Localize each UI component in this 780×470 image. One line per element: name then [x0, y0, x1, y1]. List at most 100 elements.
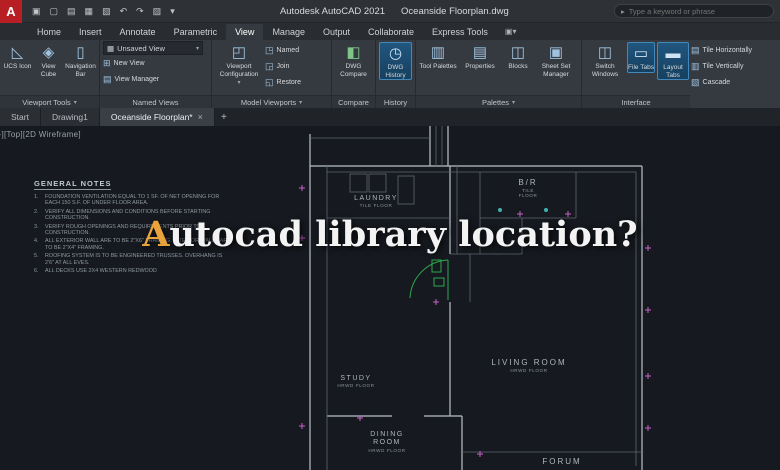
- new-view-button[interactable]: ⊞ New View: [103, 56, 208, 71]
- dwg-compare-icon: ◧: [346, 44, 360, 61]
- sheet-set-manager-button[interactable]: ▣ Sheet Set Manager: [535, 42, 577, 78]
- join-viewports-button[interactable]: ◲ Join: [265, 59, 301, 74]
- tab-output[interactable]: Output: [314, 24, 359, 40]
- tool-palettes-label: Tool Palettes: [419, 63, 456, 71]
- layout-tabs-icon: ▬: [666, 45, 681, 62]
- view-manager-button[interactable]: ▤ View Manager: [103, 72, 208, 87]
- sheet-set-manager-label: Sheet Set Manager: [535, 63, 577, 78]
- panel-label: Named Views: [132, 98, 178, 107]
- panel-footer-model-viewports[interactable]: Model Viewports ▾: [212, 95, 331, 108]
- room-name: FORUM: [530, 457, 594, 466]
- room-label-study: STUDY HRWD FLOOR: [330, 375, 382, 388]
- room-name: STUDY: [330, 375, 382, 382]
- search-box[interactable]: ▸: [614, 4, 774, 18]
- file-tab-strip: Start Drawing1 Oceanside Floorplan* × +: [0, 108, 780, 126]
- blocks-icon: ◫: [511, 44, 525, 61]
- tile-horizontally-label: Tile Horizontally: [703, 47, 753, 54]
- tab-view[interactable]: View: [226, 24, 263, 40]
- viewport-configuration-icon: ◰: [232, 44, 246, 61]
- file-tab-oceanside-floorplan[interactable]: Oceanside Floorplan* ×: [100, 108, 215, 126]
- close-icon[interactable]: ×: [198, 112, 203, 122]
- panel-model-viewports: ◰ Viewport Configuration ▾ ◳ Named ◲ Joi…: [212, 40, 332, 108]
- note-number: 1.: [34, 194, 45, 207]
- plot-icon[interactable]: ▨: [153, 6, 162, 17]
- room-label-br: B/R TILE FLOOR: [506, 178, 550, 198]
- tab-annotate[interactable]: Annotate: [111, 24, 165, 40]
- panel-label: History: [384, 98, 407, 107]
- tab-insert[interactable]: Insert: [70, 24, 111, 40]
- room-name: B/R: [506, 178, 550, 187]
- ribbon-options-icon[interactable]: ▣▾: [505, 24, 517, 40]
- new-tab-button[interactable]: +: [215, 108, 233, 126]
- drawing-canvas[interactable]: [-][Top][2D Wireframe] GENERAL NOTES 1. F…: [0, 126, 780, 470]
- panel-caret-icon: ▾: [299, 99, 302, 106]
- tab-home[interactable]: Home: [28, 24, 70, 40]
- autocad-logo[interactable]: A: [0, 0, 22, 23]
- general-notes-title: GENERAL NOTES: [34, 179, 111, 190]
- layout-tabs-button[interactable]: ▬ Layout Tabs: [657, 42, 689, 80]
- view-list-dropdown[interactable]: ▦ Unsaved View ▾: [103, 41, 203, 55]
- open-file-icon[interactable]: ▤: [67, 6, 76, 17]
- file-tab-start[interactable]: Start: [0, 108, 41, 126]
- dwg-history-button[interactable]: ◷ DWG History: [379, 42, 412, 80]
- note-number: 5.: [34, 253, 45, 266]
- viewport-configuration-label: Viewport Configuration: [215, 63, 263, 78]
- cascade-button[interactable]: ▧ Cascade: [691, 75, 752, 90]
- panel-interface: ◫ Switch Windows ▭ File Tabs ▬ Layout Ta…: [582, 40, 780, 108]
- app-menu-icon[interactable]: ▣: [32, 6, 41, 17]
- file-tabs-button[interactable]: ▭ File Tabs: [627, 42, 655, 73]
- panel-label: Viewport Tools: [22, 98, 71, 107]
- navigation-bar-label: Navigation Bar: [65, 63, 96, 78]
- ribbon: ◺ UCS Icon ◈ View Cube ▯ Navigation Bar …: [0, 40, 780, 108]
- sheet-set-manager-icon: ▣: [549, 44, 563, 61]
- panel-footer-history[interactable]: History: [376, 95, 415, 108]
- note-item: 6.ALL DECKS USE 2X4 WESTERN REDWOOD: [34, 268, 232, 274]
- tab-manage[interactable]: Manage: [263, 24, 314, 40]
- tab-collaborate[interactable]: Collaborate: [359, 24, 423, 40]
- undo-icon[interactable]: ↶: [120, 6, 128, 17]
- layout-tabs-label: Layout Tabs: [658, 64, 688, 79]
- file-tabs-label: File Tabs: [628, 64, 654, 72]
- panel-footer-viewport-tools[interactable]: Viewport Tools ▾: [0, 95, 99, 108]
- ribbon-tab-strip: Home Insert Annotate Parametric View Man…: [0, 23, 780, 40]
- document-title: Oceanside Floorplan.dwg: [401, 6, 509, 17]
- panel-footer-palettes[interactable]: Palettes ▾: [416, 95, 581, 108]
- new-view-icon: ⊞: [103, 58, 111, 69]
- switch-windows-button[interactable]: ◫ Switch Windows: [585, 42, 625, 78]
- panel-footer-named-views[interactable]: Named Views: [100, 95, 211, 108]
- panel-footer-interface[interactable]: Interface: [582, 95, 690, 108]
- file-tab-drawing1[interactable]: Drawing1: [41, 108, 100, 126]
- restore-viewports-button[interactable]: ◱ Restore: [265, 75, 301, 90]
- room-name: LAUNDRY: [348, 195, 404, 202]
- properties-icon: ▤: [473, 44, 487, 61]
- properties-button[interactable]: ▤ Properties: [459, 42, 501, 71]
- dwg-compare-button[interactable]: ◧ DWG Compare: [335, 42, 372, 78]
- redo-icon[interactable]: ↷: [136, 6, 144, 17]
- tile-horizontally-icon: ▤: [691, 45, 700, 56]
- print-icon[interactable]: ▧: [102, 6, 111, 17]
- room-floor: HRWD FLOOR: [330, 383, 382, 388]
- blocks-button[interactable]: ◫ Blocks: [503, 42, 533, 71]
- chevron-down-icon: ▾: [237, 79, 240, 86]
- file-tab-label: Drawing1: [52, 112, 88, 122]
- tool-palettes-button[interactable]: ▥ Tool Palettes: [419, 42, 457, 71]
- tile-vertically-button[interactable]: ▥ Tile Vertically: [691, 59, 752, 74]
- room-label-forum: FORUM: [530, 457, 594, 466]
- view-manager-label: View Manager: [115, 76, 160, 83]
- view-cube-button[interactable]: ◈ View Cube: [34, 42, 63, 78]
- save-icon[interactable]: ▦: [85, 6, 94, 17]
- ucs-icon-button[interactable]: ◺ UCS Icon: [3, 42, 32, 71]
- room-name: DINING ROOM: [364, 431, 410, 447]
- file-tab-label: Start: [11, 112, 29, 122]
- new-file-icon[interactable]: ▢: [50, 6, 59, 17]
- search-input[interactable]: [629, 7, 767, 16]
- panel-footer-compare[interactable]: Compare: [332, 95, 375, 108]
- tab-parametric[interactable]: Parametric: [165, 24, 227, 40]
- tab-express-tools[interactable]: Express Tools: [423, 24, 497, 40]
- file-tab-label: Oceanside Floorplan*: [111, 112, 193, 122]
- tile-horizontally-button[interactable]: ▤ Tile Horizontally: [691, 43, 752, 58]
- named-viewports-button[interactable]: ◳ Named: [265, 43, 301, 58]
- navigation-bar-button[interactable]: ▯ Navigation Bar: [65, 42, 96, 78]
- viewport-controls[interactable]: [-][Top][2D Wireframe]: [0, 130, 81, 139]
- viewport-configuration-button[interactable]: ◰ Viewport Configuration ▾: [215, 42, 263, 86]
